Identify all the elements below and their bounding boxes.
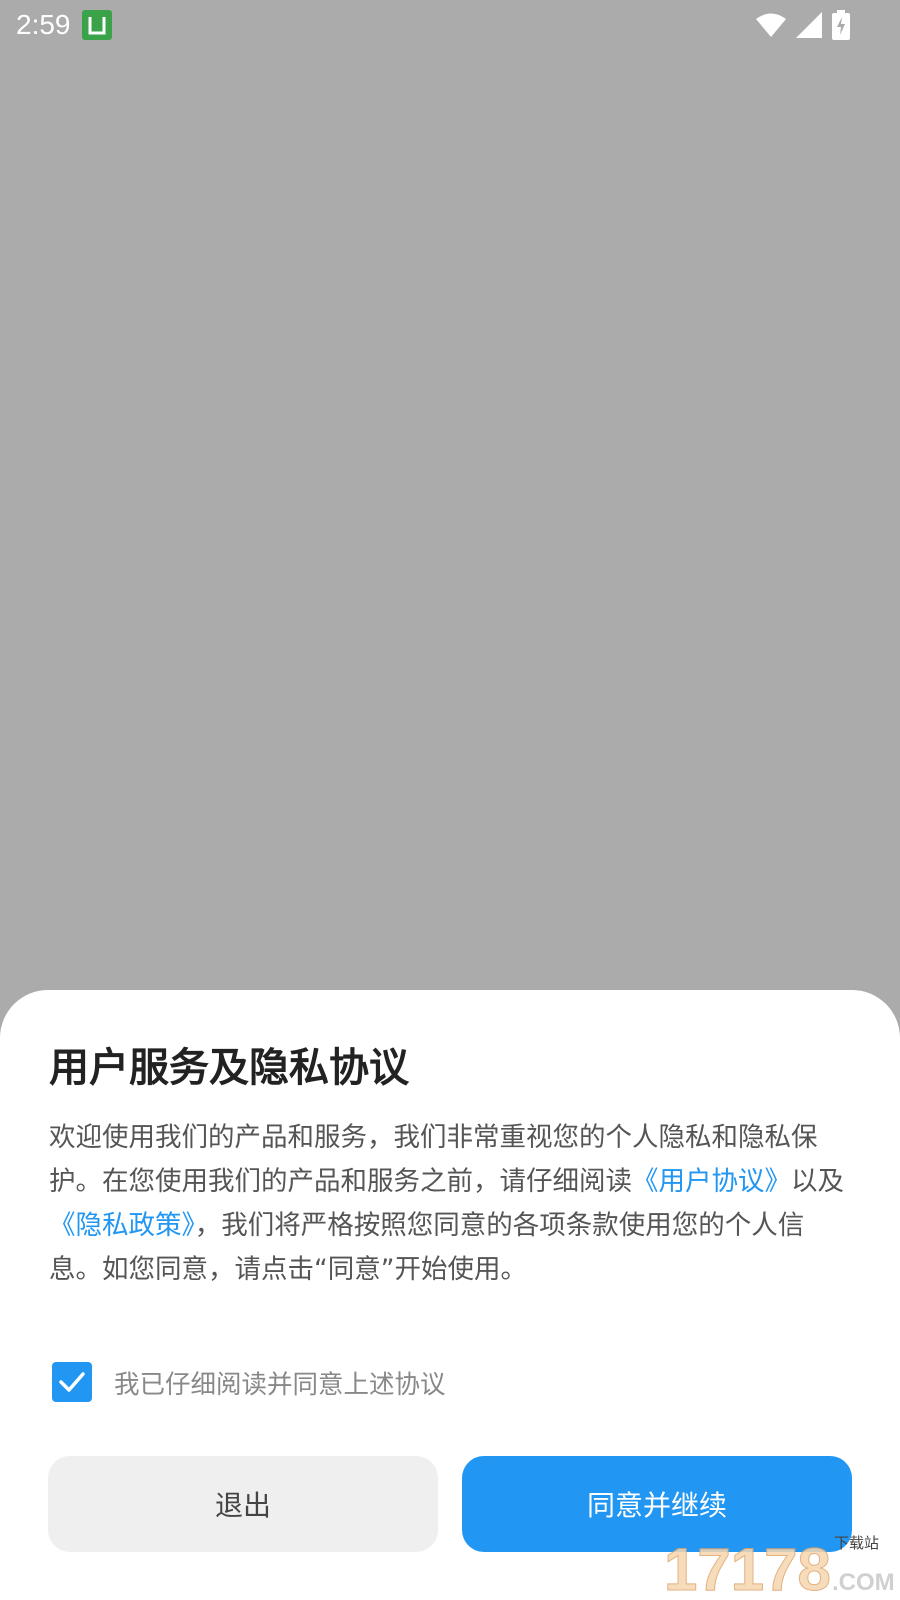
status-bar: 2:59 bbox=[0, 0, 900, 50]
privacy-dialog: 用户服务及隐私协议 欢迎使用我们的产品和服务，我们非常重视您的个人隐私和隐私保护… bbox=[0, 990, 900, 1600]
watermark-logo: 17178 下载站 .COM bbox=[664, 1534, 894, 1596]
privacy-policy-link[interactable]: 《隐私政策》 bbox=[49, 1210, 195, 1241]
wifi-icon bbox=[756, 12, 786, 42]
body-text-part2: 以及 bbox=[791, 1166, 844, 1197]
signal-icon bbox=[796, 12, 822, 42]
app-notification-icon bbox=[82, 10, 112, 40]
agree-checkbox[interactable] bbox=[52, 1362, 92, 1402]
svg-text:17178: 17178 bbox=[664, 1536, 831, 1596]
dialog-body: 欢迎使用我们的产品和服务，我们非常重视您的个人隐私和隐私保护。在您使用我们的产品… bbox=[49, 1116, 849, 1292]
svg-text:.COM: .COM bbox=[832, 1569, 894, 1596]
battery-charging-icon bbox=[832, 10, 850, 44]
exit-button[interactable]: 退出 bbox=[48, 1456, 438, 1552]
dialog-title: 用户服务及隐私协议 bbox=[49, 1045, 409, 1091]
status-time: 2:59 bbox=[16, 9, 71, 40]
agree-row[interactable]: 我已仔细阅读并同意上述协议 bbox=[52, 1362, 446, 1402]
checkmark-icon bbox=[59, 1372, 85, 1392]
agree-checkbox-label: 我已仔细阅读并同意上述协议 bbox=[114, 1369, 446, 1400]
user-agreement-link[interactable]: 《用户协议》 bbox=[632, 1166, 791, 1197]
svg-text:下载站: 下载站 bbox=[834, 1534, 879, 1552]
